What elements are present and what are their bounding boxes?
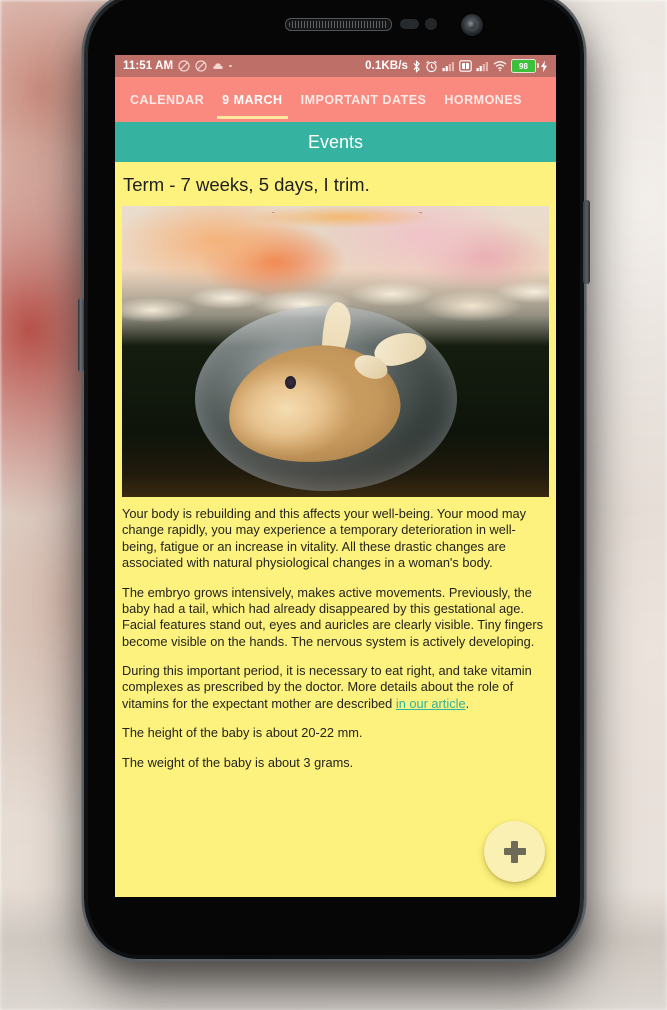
embryo-photo: [122, 206, 549, 497]
content-scroll-area[interactable]: Term - 7 weeks, 5 days, I trim. Your bod…: [115, 162, 556, 897]
battery-level-label: 98: [518, 61, 529, 71]
paragraph-vitamins: During this important period, it is nece…: [122, 663, 549, 712]
front-camera-icon: [461, 14, 483, 36]
light-sensor: [425, 18, 437, 30]
dot-icon: [229, 64, 232, 68]
article-body: Your body is rebuilding and this affects…: [115, 497, 556, 771]
earpiece-speaker: [285, 18, 392, 31]
events-header-title: Events: [307, 131, 364, 152]
status-bar-left: 11:51 AM: [123, 60, 232, 72]
paragraph-baby-weight: The weight of the baby is about 3 grams.: [122, 754, 354, 770]
hero-bottom-glow: [252, 206, 432, 228]
network-speed-label: 0.1KB/s: [365, 60, 408, 72]
proximity-sensor: [400, 19, 419, 29]
volume-button[interactable]: [78, 298, 84, 372]
signal-icon: [442, 60, 455, 72]
tab-hormones[interactable]: HORMONES: [435, 77, 531, 122]
charging-bolt-icon: [540, 60, 548, 73]
tab-important-dates[interactable]: IMPORTANT DATES: [292, 77, 436, 122]
bluetooth-icon: [412, 59, 421, 73]
paragraph-embryo-development: The embryo grows intensively, makes acti…: [122, 584, 544, 649]
signal-icon: [476, 60, 489, 72]
status-bar-right: 0.1KB/s 98: [365, 59, 548, 73]
status-time: 11:51 AM: [123, 60, 174, 72]
mute-icon: [178, 60, 190, 72]
embryo-eye: [285, 376, 296, 389]
events-section-header: Events: [115, 122, 556, 162]
battery-indicator: 98: [511, 59, 539, 73]
add-event-fab[interactable]: [484, 821, 545, 882]
paragraph-body-changes: Your body is rebuilding and this affects…: [122, 506, 527, 571]
plus-icon: [503, 840, 526, 863]
wifi-icon: [493, 60, 507, 72]
cloud-icon: [212, 60, 224, 72]
term-title: Term - 7 weeks, 5 days, I trim.: [123, 174, 370, 195]
status-bar: 11:51 AM 0.1KB/s 98: [115, 55, 556, 77]
vitamins-text-before-link: During this important period, it is nece…: [122, 663, 532, 711]
speaker-mesh: [289, 21, 388, 28]
tab-9-march[interactable]: 9 MARCH: [213, 77, 291, 122]
tab-calendar[interactable]: CALENDAR: [121, 77, 213, 122]
tab-bar: CALENDAR 9 MARCH IMPORTANT DATES HORMONE…: [115, 77, 556, 122]
phone-screen: 11:51 AM 0.1KB/s 98 CALENDAR 9 MARCH IMP…: [115, 55, 556, 897]
alarm-icon: [425, 60, 438, 73]
in-our-article-link[interactable]: in our article: [396, 696, 466, 711]
paragraph-baby-height: The height of the baby is about 20-22 mm…: [122, 725, 363, 741]
dual-sim-icon: [459, 60, 472, 72]
vitamins-text-after-link: .: [465, 695, 470, 711]
power-button[interactable]: [583, 200, 590, 284]
mute-icon: [195, 60, 207, 72]
